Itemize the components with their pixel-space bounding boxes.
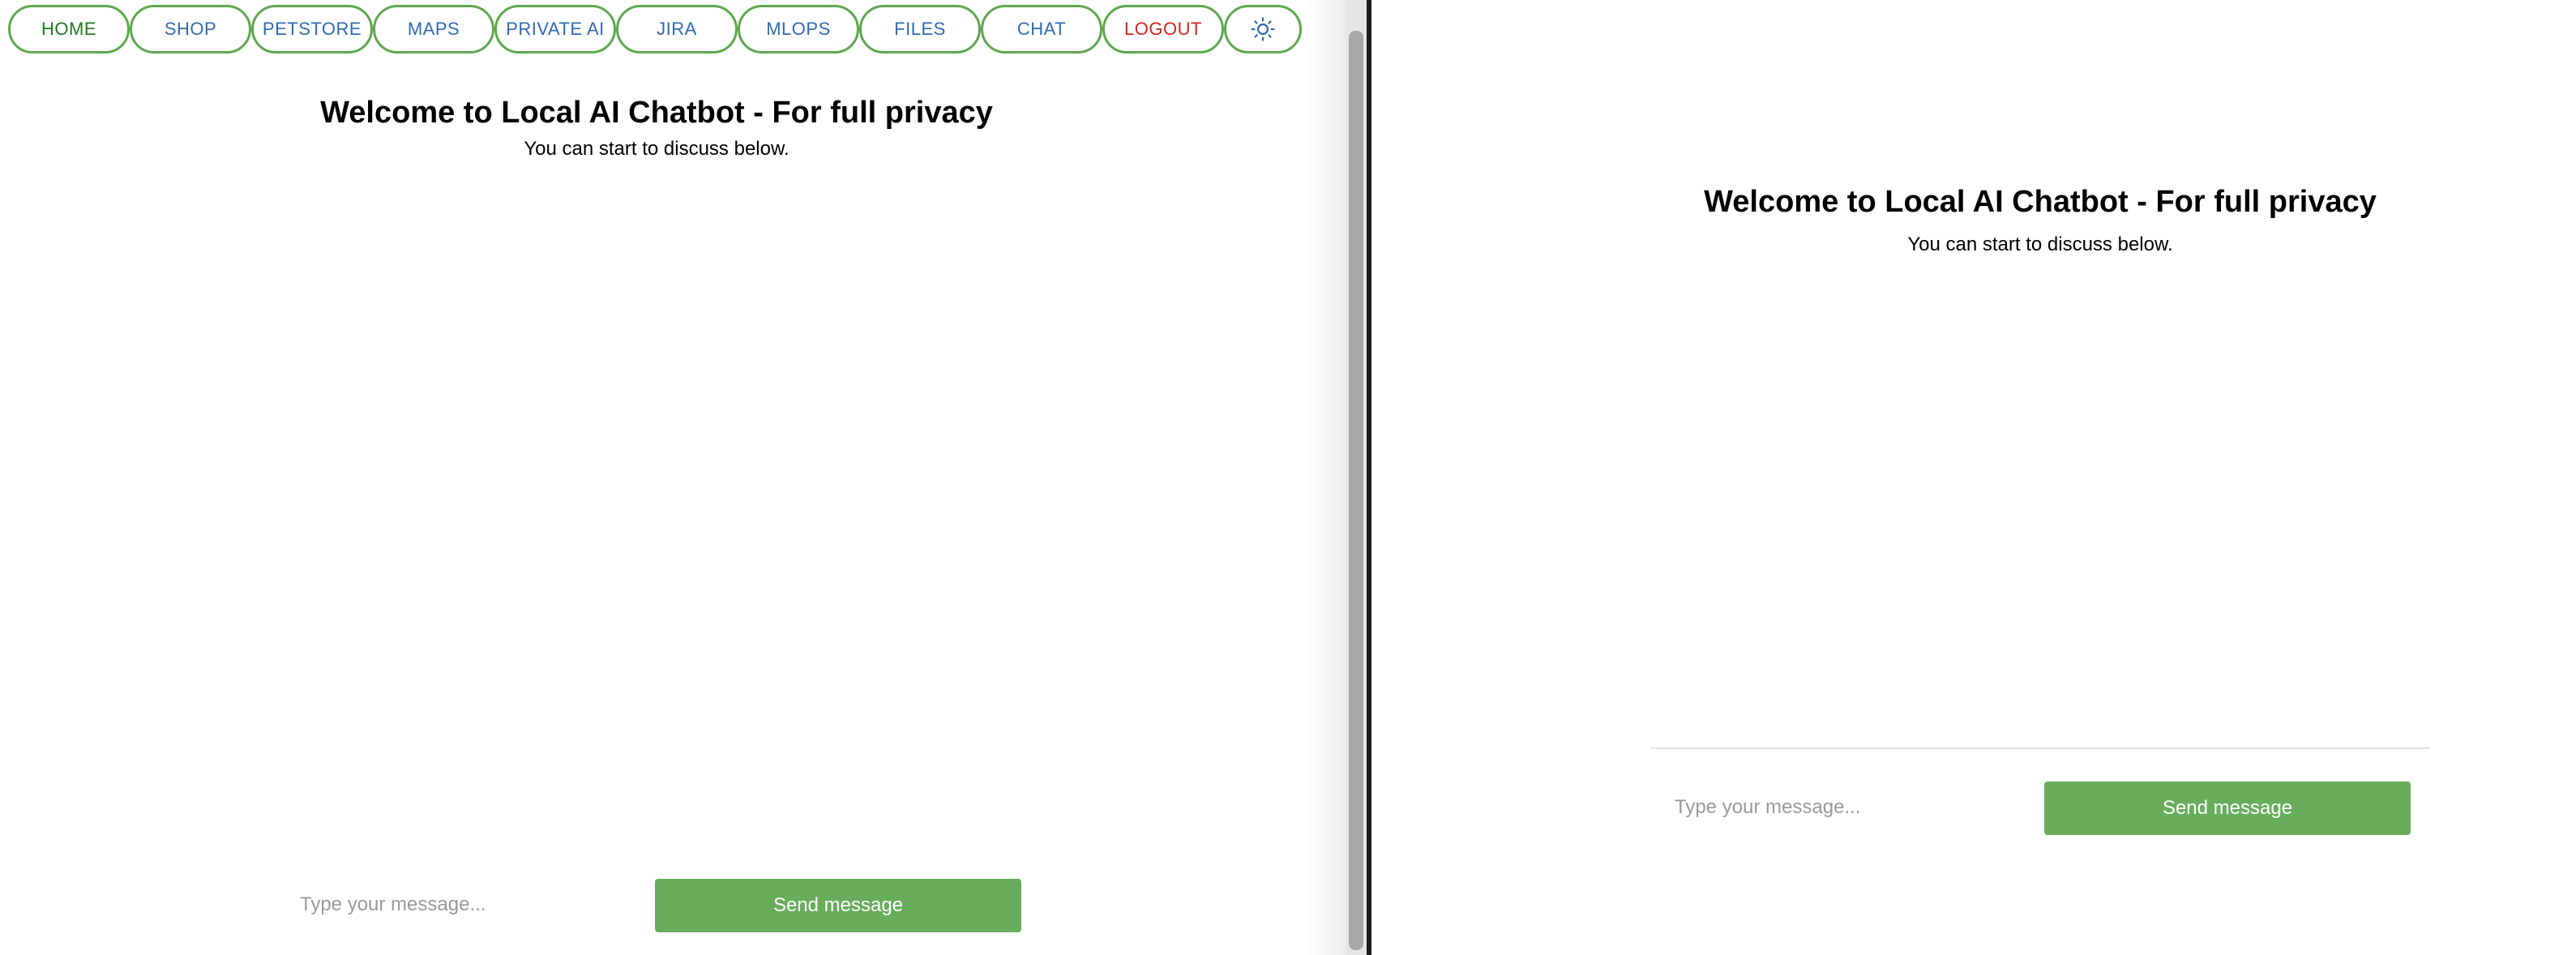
theme-toggle-button[interactable] xyxy=(1224,5,1302,54)
nav-chat-button[interactable]: CHAT xyxy=(981,5,1102,54)
nav-petstore-button[interactable]: PETSTORE xyxy=(251,5,373,54)
message-input[interactable] xyxy=(284,879,632,931)
send-message-button[interactable]: Send message xyxy=(655,879,1021,932)
chat-title: Welcome to Local AI Chatbot - For full p… xyxy=(1704,185,2377,219)
page-title: Welcome to Local AI Chatbot - For full p… xyxy=(320,96,993,130)
nav-mlops-button[interactable]: MLOPS xyxy=(738,5,859,54)
chat-message-input[interactable] xyxy=(1665,782,2013,833)
nav-shop-button[interactable]: SHOP xyxy=(130,5,251,54)
nav-private-ai-button[interactable]: PRIVATE AI xyxy=(494,5,616,54)
nav-home-button[interactable]: HOME xyxy=(8,5,130,54)
pane-shadow xyxy=(1305,0,1349,955)
scrollbar-thumb[interactable] xyxy=(1349,31,1363,950)
nav-logout-button[interactable]: LOGOUT xyxy=(1102,5,1224,54)
right-pane: Welcome to Local AI Chatbot - For full p… xyxy=(1371,0,2576,955)
chat-subtitle: You can start to discuss below. xyxy=(1907,233,2173,255)
nav-jira-button[interactable]: JIRA xyxy=(616,5,738,54)
nav-maps-button[interactable]: MAPS xyxy=(373,5,494,54)
top-nav: HOME SHOP PETSTORE MAPS PRIVATE AI JIRA … xyxy=(8,5,1302,54)
nav-files-button[interactable]: FILES xyxy=(859,5,981,54)
sun-icon xyxy=(1251,17,1275,41)
chat-send-message-button[interactable]: Send message xyxy=(2044,782,2411,835)
chat-divider xyxy=(1650,747,2430,749)
left-pane: HOME SHOP PETSTORE MAPS PRIVATE AI JIRA … xyxy=(0,0,1349,955)
page-subtitle: You can start to discuss below. xyxy=(524,138,789,160)
